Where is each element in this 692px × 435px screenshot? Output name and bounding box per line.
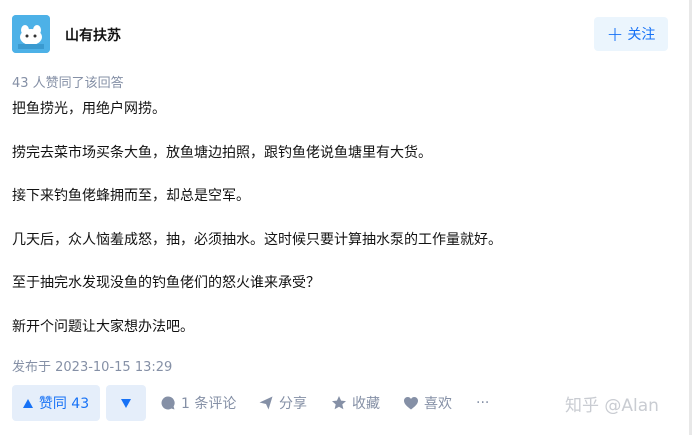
downvote-button[interactable]	[106, 385, 146, 421]
paragraph: 至于抽完水发现没鱼的钓鱼佬们的怒火谁来承受？	[12, 275, 320, 291]
paragraph: 捞完去菜市场买条大鱼，放鱼塘边拍照，跟钓鱼佬说鱼塘里有大货。	[12, 144, 432, 161]
comment-button[interactable]: 1 条评论	[160, 385, 236, 421]
action-bar: 赞同 43 1 条评论 分享 收藏 喜欢 ··· 知乎 @Alan	[12, 385, 682, 421]
upvote-button[interactable]: 赞同 43	[12, 385, 100, 421]
triangle-down-icon	[121, 398, 131, 408]
collect-label: 收藏	[352, 396, 380, 412]
paragraph: 接下来钓鱼佬蜂拥而至，却总是空军。	[12, 188, 250, 204]
upvote-label: 赞同 43	[38, 396, 90, 412]
comment-icon	[161, 396, 175, 410]
voters-count[interactable]: 43 人赞同了该回答	[12, 72, 124, 91]
heart-icon	[404, 397, 418, 410]
watermark: 知乎 @Alan	[565, 396, 659, 416]
follow-button[interactable]: + 关注	[594, 17, 668, 51]
comment-label: 1 条评论	[181, 396, 237, 412]
share-label: 分享	[279, 396, 307, 412]
paragraph: 把鱼捞光，用绝户网捞。	[12, 101, 166, 117]
answer-content: 把鱼捞光，用绝户网捞。 捞完去菜市场买条大鱼，放鱼塘边拍照，跟钓鱼佬说鱼塘里有大…	[12, 98, 652, 359]
plus-icon: +	[606, 22, 624, 46]
answer-header: 山有扶苏 + 关注	[12, 14, 668, 58]
share-button[interactable]: 分享	[258, 385, 307, 421]
triangle-up-icon	[22, 398, 33, 408]
collect-button[interactable]: 收藏	[331, 385, 380, 421]
paragraph: 几天后，众人恼羞成怒，抽，必须抽水。这时候只要计算抽水泵的工作量就好。	[12, 231, 502, 248]
like-button[interactable]: 喜欢	[403, 385, 452, 421]
paragraph: 新开个问题让大家想办法吧。	[12, 318, 194, 335]
share-icon	[259, 396, 273, 410]
like-label: 喜欢	[424, 396, 452, 412]
avatar[interactable]	[12, 15, 50, 53]
more-icon: ···	[476, 395, 490, 411]
star-icon	[332, 396, 346, 410]
follow-label: 关注	[627, 27, 656, 43]
author-name[interactable]: 山有扶苏	[65, 25, 121, 45]
more-button[interactable]: ···	[476, 385, 489, 421]
publish-time[interactable]: 发布于 2023-10-15 13:29	[12, 356, 172, 375]
